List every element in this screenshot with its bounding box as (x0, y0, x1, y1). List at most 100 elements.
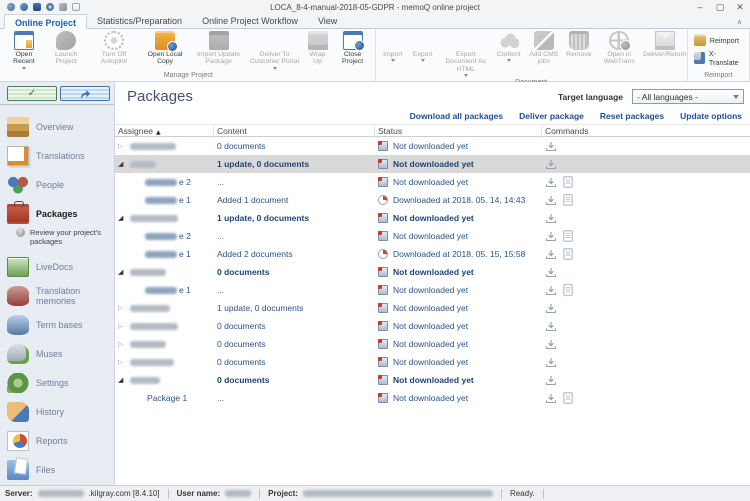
sidebar-item-settings[interactable]: Settings (0, 368, 114, 397)
deliver-button[interactable] (60, 86, 110, 101)
x-translate-button[interactable]: X-Translate (694, 49, 743, 67)
download-package-icon[interactable] (545, 321, 557, 332)
download-package-icon[interactable] (545, 177, 557, 188)
collapse-row-icon[interactable]: ◢ (118, 263, 125, 281)
deliver-package-link[interactable]: Deliver package (519, 111, 584, 121)
column-header-content[interactable]: Content (217, 126, 247, 137)
sidebar-item-label: History (36, 407, 64, 417)
open-in-webtrans-button[interactable]: Open in WebTrans (594, 30, 645, 67)
package-row[interactable]: e 1Added 1 documentDownloaded at 2018. 0… (115, 191, 750, 209)
expand-row-icon[interactable]: ▷ (118, 299, 125, 317)
sidebar-item-translations[interactable]: Translations (0, 141, 114, 170)
open-local-copy-button[interactable]: Open Local Copy (140, 30, 191, 67)
tab-statistics-preparation[interactable]: Statistics/Preparation (87, 13, 192, 28)
sidebar-item-packages[interactable]: Packages (0, 199, 114, 228)
close-button[interactable]: ✕ (730, 0, 750, 14)
package-row[interactable]: e 2...Not downloaded yet (115, 173, 750, 191)
wrap-up-button[interactable]: Wrap Up (303, 30, 333, 67)
import-update-package-button[interactable]: Import Update Package (191, 30, 247, 67)
export-button[interactable]: Export (408, 30, 438, 63)
import-button[interactable]: Import (378, 30, 408, 63)
expand-row-icon[interactable]: ▷ (118, 353, 125, 371)
sidebar-item-term-bases[interactable]: Term bases (0, 310, 114, 339)
download-package-icon[interactable] (545, 195, 557, 206)
close-project-button[interactable]: Close Project (333, 30, 373, 67)
package-documents-icon[interactable] (563, 284, 573, 296)
assignee-row[interactable]: ▷0 documentsNot downloaded yet (115, 335, 750, 353)
package-row[interactable]: Package 1...Not downloaded yet (115, 389, 750, 407)
assignee-row[interactable]: ▷0 documentsNot downloaded yet (115, 353, 750, 371)
collapse-ribbon-icon[interactable]: ∧ (737, 18, 742, 26)
sidebar-item-translation-memories[interactable]: Translation memories (0, 281, 114, 310)
download-package-icon[interactable] (545, 285, 557, 296)
open-recent-button[interactable]: Open Recent (4, 30, 44, 71)
package-documents-icon[interactable] (563, 230, 573, 242)
tab-online-project-workflow[interactable]: Online Project Workflow (192, 13, 308, 28)
sidebar-item-reports[interactable]: Reports (0, 426, 114, 455)
reset-packages-link[interactable]: Reset packages (600, 111, 664, 121)
sidebar-item-livedocs[interactable]: LiveDocs (0, 252, 114, 281)
download-package-icon[interactable] (545, 159, 557, 170)
assignee-row[interactable]: ▷0 documentsNot downloaded yet (115, 137, 750, 155)
download-package-icon[interactable] (545, 339, 557, 350)
collapse-row-icon[interactable]: ◢ (118, 371, 125, 389)
package-row[interactable]: e 1...Not downloaded yet (115, 281, 750, 299)
sidebar-item-files[interactable]: Files (0, 455, 114, 484)
download-package-icon[interactable] (545, 249, 557, 260)
sidebar-item-history[interactable]: History (0, 397, 114, 426)
package-documents-icon[interactable] (563, 392, 573, 404)
download-package-icon[interactable] (545, 231, 557, 242)
x-translate-label: X-Translate (709, 49, 743, 67)
remove-button[interactable]: Remove (564, 30, 594, 59)
package-row[interactable]: e 1Added 2 documentsDownloaded at 2018. … (115, 245, 750, 263)
termbases-icon (7, 315, 29, 335)
add-cms-jobs-button[interactable]: Add CMS jobs (524, 30, 564, 67)
turn-off-autopilot-button[interactable]: Turn Off Autopilot (88, 30, 139, 67)
package-row[interactable]: e 2...Not downloaded yet (115, 227, 750, 245)
download-package-icon[interactable] (545, 393, 557, 404)
tab-view[interactable]: View (308, 13, 347, 28)
package-documents-icon[interactable] (563, 194, 573, 206)
maximize-button[interactable]: ▢ (710, 0, 730, 14)
expand-row-icon[interactable]: ▷ (118, 317, 125, 335)
assignee-row[interactable]: ▷0 documentsNot downloaded yet (115, 317, 750, 335)
download-package-icon[interactable] (545, 303, 557, 314)
minimize-button[interactable]: – (690, 0, 710, 14)
reimport-button[interactable]: Reimport (694, 34, 739, 46)
status-cell: Not downloaded yet (378, 155, 474, 173)
assignee-row[interactable]: ◢0 documentsNot downloaded yet (115, 371, 750, 389)
assignee-row[interactable]: ◢1 update, 0 documentsNot downloaded yet (115, 209, 750, 227)
collapse-row-icon[interactable]: ◢ (118, 209, 125, 227)
confirm-button[interactable]: ✓ (7, 86, 57, 101)
expand-row-icon[interactable]: ▷ (118, 137, 125, 155)
download-package-icon[interactable] (545, 375, 557, 386)
sidebar-item-muses[interactable]: Muses (0, 339, 114, 368)
download-package-icon[interactable] (545, 267, 557, 278)
download-all-packages-link[interactable]: Download all packages (410, 111, 504, 121)
deliver-return-button[interactable]: Deliver/Return (645, 30, 685, 59)
expand-row-icon[interactable]: ▷ (118, 335, 125, 353)
sidebar-item-people[interactable]: People (0, 170, 114, 199)
redacted-project (303, 490, 493, 497)
content-button[interactable]: Content (494, 30, 524, 63)
download-package-icon[interactable] (545, 141, 557, 152)
column-header-commands[interactable]: Commands (545, 126, 588, 137)
download-package-icon[interactable] (545, 357, 557, 368)
download-package-icon[interactable] (545, 213, 557, 224)
sidebar-item-overview[interactable]: Overview (0, 112, 114, 141)
tab-online-project[interactable]: Online Project (4, 14, 87, 29)
assignee-row[interactable]: ◢1 update, 0 documentsNot downloaded yet (115, 155, 750, 173)
target-language-select[interactable]: - All languages - (632, 89, 744, 104)
package-documents-icon[interactable] (563, 176, 573, 188)
update-options-link[interactable]: Update options (680, 111, 742, 121)
commands-cell (545, 137, 557, 155)
collapse-row-icon[interactable]: ◢ (118, 155, 125, 173)
column-header-status[interactable]: Status (378, 126, 402, 137)
package-documents-icon[interactable] (563, 248, 573, 260)
assignee-row[interactable]: ◢0 documentsNot downloaded yet (115, 263, 750, 281)
launch-project-button[interactable]: Launch Project (44, 30, 89, 67)
status-text: Downloaded at 2018. 05. 14, 14:43 (393, 191, 525, 209)
export-document-as-html-button[interactable]: Export Document As HTML (438, 30, 494, 78)
assignee-row[interactable]: ▷1 update, 0 documentsNot downloaded yet (115, 299, 750, 317)
deliver-to-customer-portal-button[interactable]: Deliver To Customer Portal (247, 30, 303, 71)
